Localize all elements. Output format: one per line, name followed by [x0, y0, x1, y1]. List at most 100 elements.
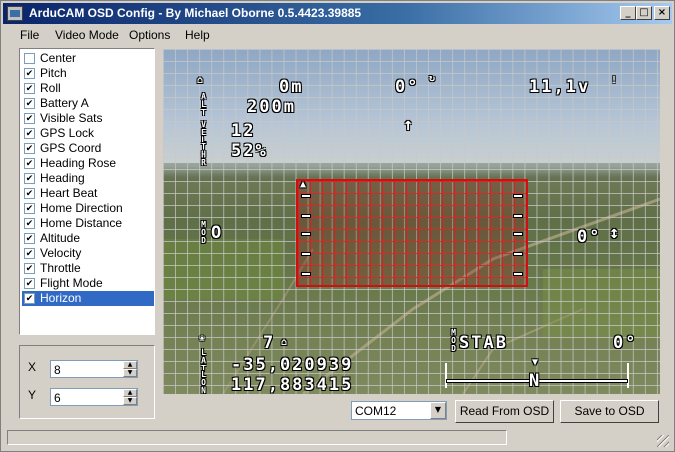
maximize-button[interactable]: □	[636, 6, 652, 20]
longitude-vertical-label-icon: LON	[201, 370, 206, 395]
heartbeat-indicator[interactable]: O	[211, 223, 223, 243]
flight-mode-vertical-label-icon: MOD	[451, 328, 456, 353]
list-item[interactable]: Velocity	[22, 246, 154, 261]
battery-alert-icon: !	[611, 75, 618, 86]
checkbox[interactable]	[24, 248, 35, 259]
y-spinner[interactable]: 6 ▲ ▼	[50, 388, 138, 406]
horizon-tick	[302, 253, 310, 255]
close-button[interactable]: ×	[654, 6, 670, 20]
menu-help[interactable]: Help	[185, 28, 210, 42]
main-window: ArduCAM OSD Config - By Michael Oborne 0…	[0, 0, 675, 452]
horizon-tick	[302, 233, 310, 235]
heading-value[interactable]: 0°	[613, 333, 637, 353]
flight-mode-value[interactable]: STAB	[459, 333, 508, 353]
horizon-tick	[302, 273, 310, 275]
menu-file[interactable]: File	[20, 28, 39, 42]
horizon-tick	[514, 233, 522, 235]
position-group: X 8 ▲ ▼ Y 6 ▲ ▼	[19, 345, 155, 419]
checkbox[interactable]	[24, 278, 35, 289]
throttle-value[interactable]: 52%	[231, 141, 268, 161]
horizon-tick	[514, 215, 522, 217]
list-item-selected[interactable]: Horizon	[22, 291, 154, 306]
compass-pointer-icon: ▼	[532, 357, 539, 368]
gps-lock-icon: ⌂	[281, 337, 288, 348]
horizon-element[interactable]: ▲	[296, 179, 528, 287]
x-spinner[interactable]: 8 ▲ ▼	[50, 360, 138, 378]
save-to-osd-button[interactable]: Save to OSD	[560, 400, 659, 423]
pitch-arrow-icon: ↕	[609, 223, 622, 243]
pitch-vertical-label-icon: MOD	[201, 220, 206, 245]
checkbox[interactable]	[24, 203, 35, 214]
list-item[interactable]: Visible Sats	[22, 111, 154, 126]
com-port-select[interactable]: COM12 ▼	[351, 401, 447, 420]
chevron-down-icon[interactable]: ▼	[430, 402, 446, 419]
latitude-value[interactable]: -35,020939	[231, 355, 353, 375]
checkbox[interactable]	[24, 143, 35, 154]
checkbox[interactable]	[24, 218, 35, 229]
rotate-arrow-icon: ↻	[429, 73, 436, 84]
checkbox[interactable]	[24, 98, 35, 109]
checkbox[interactable]	[24, 53, 35, 64]
pitch-value[interactable]: 0°	[577, 227, 601, 247]
altitude-vertical-label-icon: ALT	[201, 92, 206, 117]
checkbox[interactable]	[24, 233, 35, 244]
osd-items-list[interactable]: Center Pitch Roll Battery A Visible Sats…	[19, 48, 155, 335]
app-icon	[7, 6, 23, 21]
longitude-value[interactable]: 117,883415	[231, 375, 353, 394]
osd-preview[interactable]: ▲ ⌂ 0m ALT 200m VEL 12 THR 52% 0° ↻ ↑ 11…	[163, 49, 660, 394]
home-icon: ⌂	[197, 75, 204, 86]
checkbox[interactable]	[24, 113, 35, 124]
list-item[interactable]: Heading Rose	[22, 156, 154, 171]
checkbox[interactable]	[24, 188, 35, 199]
checkbox[interactable]	[24, 128, 35, 139]
list-item[interactable]: Throttle	[22, 261, 154, 276]
list-item[interactable]: Flight Mode	[22, 276, 154, 291]
list-item[interactable]: Home Direction	[22, 201, 154, 216]
y-down-button[interactable]: ▼	[123, 397, 137, 405]
list-item[interactable]: GPS Coord	[22, 141, 154, 156]
throttle-vertical-label-icon: THR	[201, 142, 206, 167]
checkbox[interactable]	[24, 173, 35, 184]
home-distance[interactable]: 0m	[279, 77, 303, 97]
read-from-osd-button[interactable]: Read From OSD	[455, 400, 554, 423]
checkbox[interactable]	[24, 263, 35, 274]
list-item[interactable]: Home Distance	[22, 216, 154, 231]
resize-grip-icon[interactable]	[657, 435, 669, 447]
com-port-value: COM12	[355, 404, 397, 418]
checkbox[interactable]	[24, 158, 35, 169]
window-title: ArduCAM OSD Config - By Michael Oborne 0…	[29, 6, 362, 20]
menu-options[interactable]: Options	[129, 28, 170, 42]
checkbox[interactable]	[24, 293, 35, 304]
title-bar[interactable]: ArduCAM OSD Config - By Michael Oborne 0…	[3, 3, 672, 24]
battery-value[interactable]: 11,1v	[529, 77, 590, 97]
horizon-tick	[514, 273, 522, 275]
compass-letter: N	[529, 371, 542, 391]
list-item[interactable]: Center	[22, 51, 154, 66]
heading-rose[interactable]: N ▼	[445, 357, 629, 391]
home-direction-arrow-icon: ↑	[403, 115, 416, 135]
y-label: Y	[28, 388, 37, 402]
list-item[interactable]: Altitude	[22, 231, 154, 246]
list-item[interactable]: Heart Beat	[22, 186, 154, 201]
y-up-button[interactable]: ▲	[123, 389, 137, 397]
list-item[interactable]: Pitch	[22, 66, 154, 81]
list-item[interactable]: Roll	[22, 81, 154, 96]
velocity-value[interactable]: 12	[231, 121, 255, 141]
y-value: 6	[54, 391, 61, 405]
menu-bar: File Video Mode Options Help	[3, 25, 672, 45]
home-direction-value[interactable]: 0°	[395, 77, 419, 97]
menu-video-mode[interactable]: Video Mode	[55, 28, 119, 42]
checkbox[interactable]	[24, 83, 35, 94]
altitude-value[interactable]: 200m	[247, 97, 296, 117]
checkbox[interactable]	[24, 68, 35, 79]
horizon-tick	[302, 215, 310, 217]
minimize-button[interactable]: _	[620, 6, 636, 20]
list-item[interactable]: Heading	[22, 171, 154, 186]
horizon-tick	[514, 253, 522, 255]
visible-sats[interactable]: 7	[263, 333, 275, 353]
list-item[interactable]: GPS Lock	[22, 126, 154, 141]
x-up-button[interactable]: ▲	[123, 361, 137, 369]
list-item[interactable]: Battery A	[22, 96, 154, 111]
x-down-button[interactable]: ▼	[123, 369, 137, 377]
horizon-tick	[514, 195, 522, 197]
